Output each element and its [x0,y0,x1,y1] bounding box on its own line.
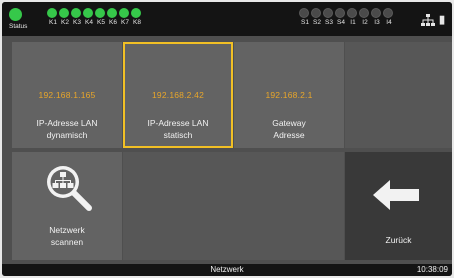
back-button[interactable]: Zurück [345,152,452,260]
network-icon [421,14,435,26]
k-led-k8 [131,8,141,18]
lan-static-caption-line2: statisch [163,130,193,140]
s-led-i4 [383,8,393,18]
s-label-i1: I1 [350,19,356,26]
s-led-i1 [347,8,357,18]
tile-lan-dynamic[interactable]: 192.168.1.165 IP-Adresse LAN dynamisch [12,42,122,148]
gateway-caption: Gateway Adresse [234,117,344,141]
tile-empty-top [345,42,452,148]
tile-network-scan[interactable]: Netzwerk scannen [12,152,122,260]
lan-static-caption: IP-Adresse LAN statisch [125,117,231,141]
back-label: Zurück [385,235,412,245]
tile-gateway[interactable]: 192.168.2.1 Gateway Adresse [234,42,344,148]
connection-icon: ▮ [439,14,446,26]
device-screen: Status K1 K2 K3 K4 K5 K6 K7 K8 S1 S2 S3 S4 I1 I2 I3 I4… [2,2,452,276]
network-scan-caption: Netzwerk scannen [12,224,122,248]
k-led-k3 [71,8,81,18]
gateway-caption-line2: Adresse [273,130,305,140]
s-led-i3 [371,8,381,18]
k-label-k2: K2 [61,19,69,26]
lan-dynamic-caption-line2: dynamisch [46,130,88,140]
k-led-k4 [83,8,93,18]
s-input-group: S1 S2 S3 S4 I1 I2 I3 I4 [299,8,395,26]
k-led-k5 [95,8,105,18]
tile-empty-bottom [123,152,344,260]
s-label-i3: I3 [374,19,380,26]
network-scan-caption-line2: scannen [50,237,84,247]
s-led-i2 [359,8,369,18]
arrow-left-icon [373,180,419,210]
s-label-i4: I4 [386,19,392,26]
k-relay-group: K1 K2 K3 K4 K5 K6 K7 K8 [47,8,143,26]
gateway-ip: 192.168.2.1 [265,90,313,100]
footer-bar: Netzwerk 10:38:09 [2,264,452,276]
k-led-k6 [107,8,117,18]
k-label-k7: K7 [121,19,129,26]
k-label-k1: K1 [49,19,57,26]
gateway-caption-line1: Gateway [272,118,306,128]
s-led-s3 [323,8,333,18]
network-scan-caption-line1: Netzwerk [49,225,85,235]
k-led-k7 [119,8,129,18]
s-label-s1: S1 [301,19,309,26]
lan-dynamic-caption-line1: IP-Adresse LAN [36,118,98,128]
k-led-k2 [59,8,69,18]
network-search-icon [47,166,92,211]
k-led-k1 [47,8,57,18]
s-led-s2 [311,8,321,18]
tile-lan-static[interactable]: 192.168.2.42 IP-Adresse LAN statisch [123,42,233,148]
clock: 10:38:09 [416,265,448,274]
page-title: Netzwerk [210,265,244,274]
k-label-k8: K8 [133,19,141,26]
lan-dynamic-caption: IP-Adresse LAN dynamisch [12,117,122,141]
s-label-s2: S2 [313,19,321,26]
k-label-k3: K3 [73,19,81,26]
status-bar: Status K1 K2 K3 K4 K5 K6 K7 K8 S1 S2 S3 S4 I1 I2 I3 I4… [2,2,452,36]
lan-static-caption-line1: IP-Adresse LAN [147,118,209,128]
k-label-k6: K6 [109,19,117,26]
lan-dynamic-ip: 192.168.1.165 [38,90,96,100]
s-led-s4 [335,8,345,18]
status-label: Status [9,23,28,30]
s-label-i2: I2 [362,19,368,26]
s-led-s1 [299,8,309,18]
s-label-s3: S3 [325,19,333,26]
s-label-s4: S4 [337,19,345,26]
status-led [9,8,22,21]
status-indicator: Status [9,8,27,30]
k-label-k4: K4 [85,19,93,26]
lan-static-ip: 192.168.2.42 [151,90,205,100]
k-label-k5: K5 [97,19,105,26]
